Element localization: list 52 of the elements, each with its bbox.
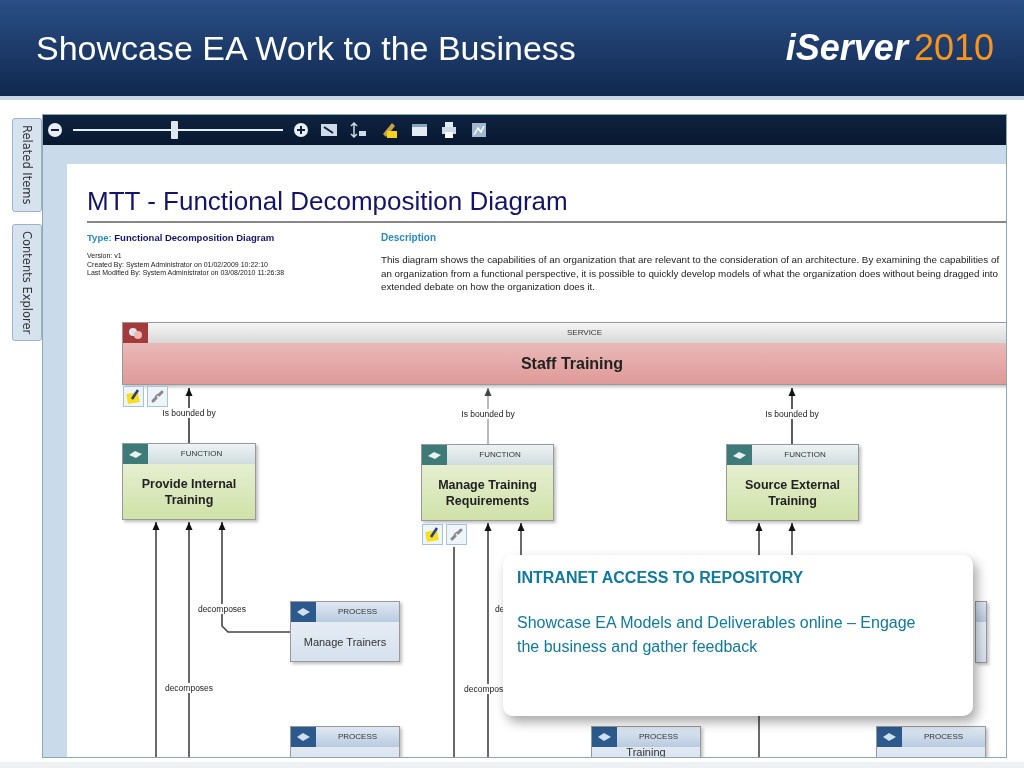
sort-icon[interactable] — [349, 120, 369, 140]
document-title: MTT - Functional Decomposition Diagram — [87, 186, 1006, 223]
node-type-label: PROCESS — [922, 731, 965, 743]
note-icon[interactable] — [123, 386, 144, 407]
process-node[interactable]: PROCESS Manage Trainers — [290, 601, 400, 662]
node-label: Manage Training Requirements — [437, 476, 538, 510]
node-type-label: FUNCTION — [478, 449, 522, 461]
relation-label: decompos — [463, 684, 505, 694]
note-icon[interactable] — [422, 524, 443, 545]
relation-label: Is bounded by — [764, 409, 820, 419]
callout-text: Showcase EA Models and Deliverables online – Engage the business and gather feedback — [517, 613, 917, 657]
print-icon[interactable] — [439, 120, 459, 140]
logo-year: 2010 — [913, 27, 994, 69]
relation-label: decomposes — [196, 604, 248, 614]
callout-heading: INTRANET ACCESS TO REPOSITORY — [517, 569, 805, 587]
process-node[interactable]: PROCESS — [290, 726, 400, 757]
connector-arrow — [788, 522, 796, 558]
relation-label: Is bounded by — [161, 408, 217, 418]
node-type-label: FUNCTION — [179, 448, 224, 460]
tray-icon — [727, 445, 752, 465]
node-type-label: PROCESS — [336, 606, 379, 618]
relation-label: decomposes — [163, 683, 215, 693]
node-type-label: SERVICE — [566, 327, 603, 339]
logo-name: iServer — [785, 27, 908, 69]
description-text: This diagram shows the capabilities of an organization that are relevant to the consideration of an architecture. By examining the capabilities of an organization from a functional perspective, it is possible to quickly develop models of what the organization does without being dragged into extended debate on how the organization does it. — [381, 253, 1001, 294]
process-node[interactable]: PROCESS — [876, 726, 986, 757]
relation-label: Is bounded by — [460, 409, 516, 419]
zoom-in-icon[interactable] — [293, 122, 309, 138]
node-label: Staff Training — [519, 353, 625, 374]
zoom-out-icon[interactable] — [47, 122, 63, 138]
side-tab[interactable]: Contents Explorer — [12, 223, 42, 341]
connector-arrow — [517, 522, 525, 558]
slide-title: Showcase EA Work to the Business — [36, 28, 576, 68]
node-label: Manage Trainers — [302, 634, 388, 650]
slider-thumb[interactable] — [170, 121, 178, 139]
node-label: Provide Internal Training — [140, 475, 238, 509]
node-type-label: PROCESS — [637, 731, 680, 743]
process-node[interactable] — [975, 601, 987, 663]
node-type-label: PROCESS — [336, 731, 379, 743]
node-label: Source External Training — [743, 476, 842, 510]
type-value: Functional Decomposition Diagram — [114, 232, 275, 243]
function-node[interactable]: FUNCTION Manage Training Requirements — [421, 444, 554, 521]
node-type-label: FUNCTION — [783, 449, 827, 461]
service-node[interactable]: SERVICE Staff Training — [122, 322, 1006, 385]
image-export-icon[interactable] — [469, 120, 489, 140]
side-tab[interactable]: Related Items — [12, 118, 42, 212]
tray-icon — [123, 444, 148, 464]
tray-icon — [422, 445, 447, 465]
description-label: Description — [381, 232, 437, 243]
type-label: Type: — [87, 232, 112, 243]
function-node[interactable]: FUNCTION Provide Internal Training — [122, 443, 256, 520]
function-node[interactable]: FUNCTION Source External Training — [726, 444, 859, 521]
